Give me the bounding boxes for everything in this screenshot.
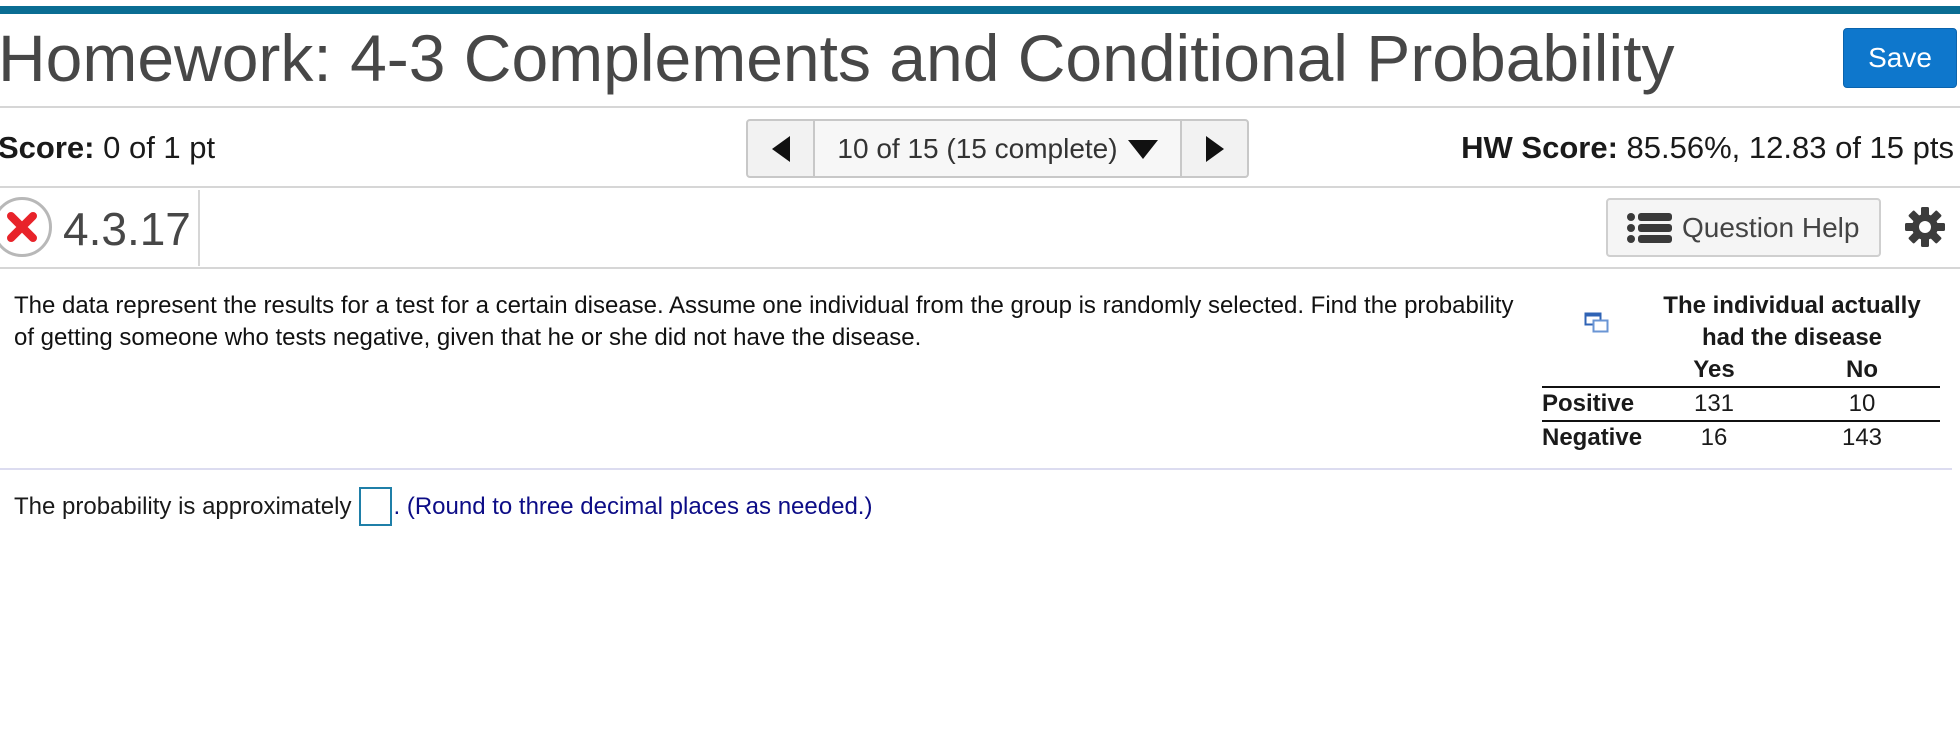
hw-score: HW Score: 85.56%, 12.83 of 15 pts <box>1461 128 1954 168</box>
settings-gear-icon[interactable] <box>1904 206 1946 248</box>
arrow-right-icon <box>1205 135 1224 162</box>
table-header-row: Yes No <box>1542 354 1940 386</box>
table-heading: The individual actually had the disease <box>1663 292 1921 351</box>
table-cell: 143 <box>1841 424 1883 451</box>
hw-score-label: HW Score: <box>1461 130 1618 165</box>
question-progress-text: 10 of 15 (15 complete) <box>837 132 1118 164</box>
table-row: Negative 16 143 <box>1542 420 1940 454</box>
page-title: Homework: 4-3 Complements and Conditiona… <box>0 21 1675 95</box>
question-number: 4.3.17 <box>63 203 191 255</box>
homework-page: Homework: 4-3 Complements and Conditiona… <box>0 0 1960 732</box>
divider <box>0 106 1960 108</box>
x-mark-icon <box>7 212 37 242</box>
next-question-button[interactable] <box>1180 121 1247 176</box>
score-label: Score: <box>0 130 95 165</box>
incorrect-status-icon <box>0 197 52 257</box>
previous-question-button[interactable] <box>748 121 815 176</box>
answer-prefix: The probability is approximately <box>14 492 352 520</box>
divider <box>0 468 1952 470</box>
answer-hint: . (Round to three decimal places as need… <box>393 492 873 520</box>
question-help-label: Question Help <box>1682 211 1860 243</box>
score: Score: 0 of 1 pt <box>0 128 215 168</box>
table-cell: 10 <box>1848 390 1876 417</box>
question-text: The data represent the results for a tes… <box>14 292 1514 351</box>
question-help-button[interactable]: Question Help <box>1606 198 1881 257</box>
divider <box>0 267 1960 269</box>
score-value: 0 of 1 pt <box>94 130 216 165</box>
answer-input[interactable] <box>358 487 392 526</box>
row-label: Negative <box>1542 424 1643 451</box>
table-row: Positive 131 10 <box>1542 386 1940 420</box>
table-cell: 131 <box>1693 390 1735 417</box>
table-cell: 16 <box>1700 424 1728 451</box>
divider <box>0 186 1960 188</box>
contingency-table: The individual actually had the disease … <box>1542 290 1940 454</box>
row-label: Positive <box>1542 390 1635 417</box>
save-button[interactable]: Save <box>1843 28 1957 88</box>
arrow-left-icon <box>771 135 790 162</box>
question-selector-dropdown[interactable]: 10 of 15 (15 complete) <box>815 121 1180 176</box>
hw-score-value: 85.56%, 12.83 of 15 pts <box>1617 130 1954 165</box>
divider <box>198 190 200 266</box>
caret-down-icon <box>1127 140 1158 159</box>
list-icon <box>1627 212 1672 243</box>
column-header-yes: Yes <box>1693 356 1735 383</box>
accent-bar <box>0 6 1960 14</box>
column-header-no: No <box>1846 356 1878 383</box>
answer-line: The probability is approximately . (Roun… <box>14 487 872 526</box>
question-navigator: 10 of 15 (15 complete) <box>746 119 1249 178</box>
